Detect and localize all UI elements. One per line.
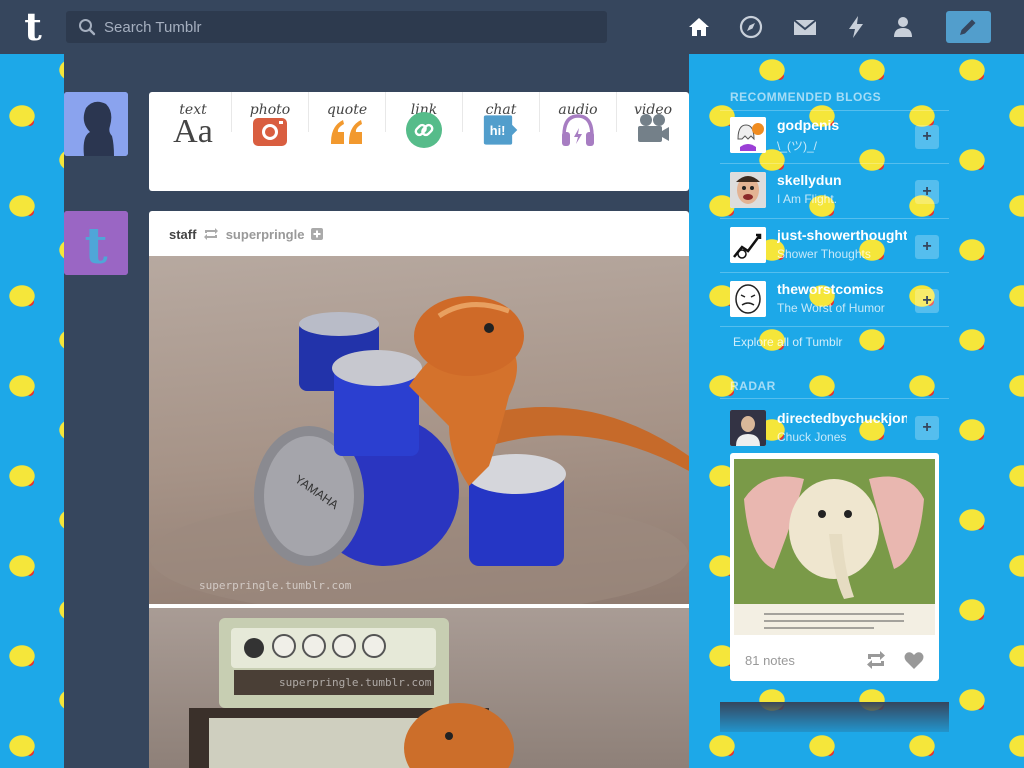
recommended-blog-item[interactable]: theworstcomics The Worst of Humor	[730, 281, 940, 317]
blog-description: Shower Thoughts	[777, 247, 871, 261]
blog-avatar[interactable]	[730, 117, 766, 153]
video-camera-icon	[638, 114, 669, 142]
follow-button[interactable]: +	[915, 125, 939, 149]
rage-face-avatar-icon	[730, 281, 766, 317]
sidebar-fade	[720, 702, 949, 732]
divider	[720, 163, 949, 164]
post-type-chat[interactable]: chat hi!	[463, 92, 539, 191]
blog-name[interactable]: just-showerthoughts	[777, 227, 907, 243]
account-icon[interactable]	[890, 14, 916, 40]
blog-avatar[interactable]	[730, 410, 766, 446]
top-navigation-bar: t	[0, 0, 1024, 54]
post-type-selector: text Aa photo quote link chat hi! audio …	[149, 92, 689, 191]
tumblr-logo[interactable]: t	[16, 8, 50, 46]
radar-blog-item[interactable]: directedbychuckjones Chuck Jones	[730, 410, 940, 446]
ghost-avatar-icon	[730, 117, 766, 153]
explore-all-link[interactable]: Explore all of Tumblr	[733, 335, 842, 349]
reblog-icon	[204, 228, 219, 240]
compose-button[interactable]	[946, 11, 991, 43]
staff-avatar[interactable]: t	[64, 211, 128, 275]
explore-icon[interactable]	[738, 14, 764, 40]
follow-plus-icon[interactable]	[311, 228, 324, 240]
pencil-icon	[960, 19, 976, 35]
cartoon-elephant-image	[734, 459, 935, 635]
blog-name[interactable]: theworstcomics	[777, 281, 907, 297]
radar-post-image[interactable]	[734, 459, 935, 635]
divider	[720, 110, 949, 111]
headphones-icon	[562, 114, 594, 146]
svg-text:superpringle.tumblr.com: superpringle.tumblr.com	[279, 676, 432, 689]
quote-icon	[331, 120, 362, 144]
post-type-audio[interactable]: audio	[540, 92, 616, 191]
post-author-link[interactable]: staff	[169, 227, 196, 242]
blog-name[interactable]: skellydun	[777, 172, 907, 188]
follow-button[interactable]: +	[915, 235, 939, 259]
graph-avatar-icon	[730, 227, 766, 263]
tumblr-t-icon: t	[64, 211, 128, 275]
silhouette-icon	[64, 92, 128, 156]
radar-post-card: 81 notes	[730, 453, 939, 681]
blog-description: I Am Flight.	[777, 192, 838, 206]
home-icon[interactable]	[686, 14, 712, 40]
follow-button[interactable]: +	[915, 289, 939, 313]
search-input[interactable]	[104, 11, 594, 43]
camera-icon	[253, 118, 287, 146]
blog-description: Chuck Jones	[777, 430, 847, 444]
blog-avatar[interactable]	[730, 281, 766, 317]
face-avatar-icon	[730, 172, 766, 208]
post-photo-drums[interactable]: YAMAHA superpringle.tumblr.com	[149, 256, 689, 604]
reblog-icon[interactable]	[865, 649, 887, 671]
divider	[720, 398, 949, 399]
recommended-blog-item[interactable]: just-showerthoughts Shower Thoughts	[730, 227, 940, 263]
search-box[interactable]	[66, 11, 607, 43]
blog-avatar[interactable]	[730, 227, 766, 263]
svg-text:superpringle.tumblr.com: superpringle.tumblr.com	[199, 579, 352, 592]
blog-avatar[interactable]	[730, 172, 766, 208]
post-type-photo[interactable]: photo	[232, 92, 308, 191]
svg-text:t: t	[84, 216, 107, 275]
post-type-text[interactable]: text Aa	[155, 92, 231, 191]
reblog-source-link[interactable]: superpringle	[226, 227, 305, 242]
post-type-link[interactable]: link	[386, 92, 462, 191]
post-header: staff superpringle	[169, 227, 324, 245]
svg-text:hi!: hi!	[490, 123, 506, 138]
text-aa-icon: Aa	[173, 113, 213, 150]
blog-name[interactable]: directedbychuckjones	[777, 410, 907, 426]
recommended-blog-item[interactable]: godpenis \_(ツ)_/	[730, 117, 940, 153]
drum-kit-photo: YAMAHA superpringle.tumblr.com	[149, 296, 689, 604]
follow-button[interactable]: +	[915, 180, 939, 204]
user-avatar[interactable]	[64, 92, 128, 156]
radar-heading: RADAR	[730, 379, 776, 393]
search-icon	[79, 19, 96, 36]
chat-bubble-icon: hi!	[483, 115, 518, 145]
portrait-avatar-icon	[730, 410, 766, 446]
post-photo-amp[interactable]: superpringle.tumblr.com	[149, 608, 689, 768]
divider	[720, 326, 949, 327]
post-type-video[interactable]: video	[615, 92, 691, 191]
activity-icon[interactable]	[843, 14, 869, 40]
dashboard-post: staff superpringle YAMAHA superpringle.t…	[149, 211, 689, 768]
blog-name[interactable]: godpenis	[777, 117, 907, 133]
link-icon	[406, 112, 442, 148]
like-heart-icon[interactable]	[903, 649, 925, 671]
divider	[720, 218, 949, 219]
inbox-icon[interactable]	[792, 14, 818, 40]
divider	[720, 272, 949, 273]
blog-description: \_(ツ)_/	[777, 139, 818, 153]
notes-count[interactable]: 81 notes	[745, 653, 795, 668]
blog-description: The Worst of Humor	[777, 301, 885, 315]
follow-button[interactable]: +	[915, 416, 939, 440]
amplifier-photo: superpringle.tumblr.com	[189, 618, 514, 768]
post-type-quote[interactable]: quote	[309, 92, 385, 191]
recommended-blog-item[interactable]: skellydun I Am Flight.	[730, 172, 940, 208]
recommended-blogs-heading: RECOMMENDED BLOGS	[730, 90, 882, 104]
